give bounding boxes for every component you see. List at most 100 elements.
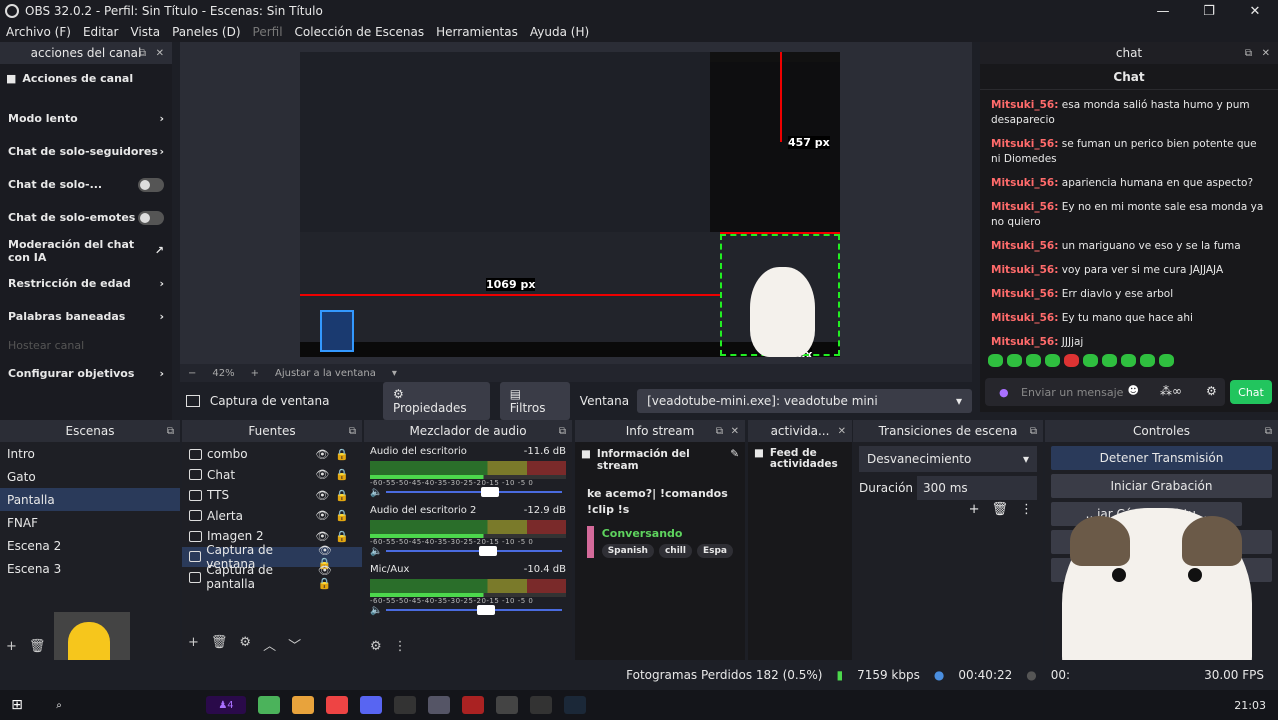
visibility-lock-icons[interactable]: 👁🔒 bbox=[318, 564, 355, 590]
edit-icon[interactable]: ✎ bbox=[730, 448, 739, 472]
toggle-switch[interactable] bbox=[138, 177, 164, 192]
close-icon[interactable]: ✕ bbox=[1262, 48, 1270, 59]
menu-coleccion[interactable]: Colección de Escenas bbox=[289, 25, 431, 39]
slider-knob[interactable] bbox=[479, 546, 498, 556]
app-icon[interactable] bbox=[292, 696, 314, 714]
speaker-icon[interactable]: 🔈 bbox=[370, 487, 382, 498]
tag-chip[interactable]: chill bbox=[658, 543, 692, 558]
ca-item-slow-mode[interactable]: Modo lento › bbox=[0, 102, 172, 135]
toggle-switch[interactable] bbox=[138, 210, 164, 225]
up-icon[interactable]: ︿ bbox=[263, 635, 276, 654]
stop-stream-button[interactable]: Detener Transmisión bbox=[1051, 446, 1272, 470]
emote-icon[interactable] bbox=[1083, 354, 1098, 367]
steam-icon[interactable] bbox=[564, 696, 586, 714]
visibility-lock-icons[interactable]: 👁🔒 bbox=[315, 530, 355, 543]
speaker-icon[interactable]: 🔈 bbox=[370, 546, 382, 557]
close-icon[interactable]: ✕ bbox=[156, 48, 164, 59]
chat-username[interactable]: Mitsuki_56: bbox=[991, 312, 1058, 324]
emote-icon[interactable] bbox=[1064, 354, 1079, 367]
app-icon[interactable] bbox=[428, 696, 450, 714]
ca-item-banned-words[interactable]: Palabras baneadas › bbox=[0, 300, 172, 333]
close-icon[interactable]: ✕ bbox=[731, 426, 739, 437]
chat-input[interactable]: ● Enviar un mensaje ☻ bbox=[985, 378, 1225, 406]
emote-icon[interactable] bbox=[1045, 354, 1060, 367]
float-icon[interactable]: ⧉ bbox=[1265, 426, 1272, 437]
ca-item-emotes[interactable]: Chat de solo-emotes bbox=[0, 201, 172, 234]
app-icon[interactable] bbox=[496, 696, 518, 714]
minimize-button[interactable]: — bbox=[1140, 0, 1186, 22]
float-icon[interactable]: ⧉ bbox=[1245, 48, 1252, 59]
chat-username[interactable]: Mitsuki_56: bbox=[991, 99, 1058, 111]
trash-icon[interactable]: 🗑 bbox=[29, 639, 46, 654]
app-icon[interactable] bbox=[394, 696, 416, 714]
bits-icon[interactable]: ⁂∞ bbox=[1160, 384, 1182, 398]
more-icon[interactable]: ⋮ bbox=[1020, 502, 1033, 517]
speaker-icon[interactable]: 🔈 bbox=[370, 605, 382, 616]
trash-icon[interactable]: 🗑 bbox=[211, 635, 228, 654]
emote-icon[interactable] bbox=[988, 354, 1003, 367]
float-icon[interactable]: ⧉ bbox=[716, 426, 723, 437]
brave-icon[interactable] bbox=[326, 696, 348, 714]
fit-window-button[interactable]: Ajustar a la ventana bbox=[275, 368, 376, 379]
duration-input[interactable]: 300 ms bbox=[917, 476, 1037, 500]
tag-chip[interactable]: Espa bbox=[696, 543, 733, 558]
discord-icon[interactable] bbox=[360, 696, 382, 714]
menu-editar[interactable]: Editar bbox=[77, 25, 125, 39]
float-icon[interactable]: ⧉ bbox=[559, 426, 566, 437]
close-icon[interactable]: ✕ bbox=[838, 426, 846, 437]
visibility-lock-icons[interactable]: 👁🔒 bbox=[315, 489, 355, 502]
source-item[interactable]: TTS 👁🔒 bbox=[182, 485, 362, 506]
menu-vista[interactable]: Vista bbox=[124, 25, 166, 39]
gear-icon[interactable]: ⚙ bbox=[239, 635, 251, 654]
search-icon[interactable]: ⌕ bbox=[48, 696, 70, 714]
scene-item[interactable]: Gato bbox=[0, 465, 180, 488]
taskbar-badge[interactable]: ♟ 4 bbox=[206, 696, 246, 714]
add-icon[interactable]: + bbox=[969, 502, 980, 517]
slider-knob[interactable] bbox=[481, 487, 500, 497]
float-icon[interactable]: ⧉ bbox=[349, 426, 356, 437]
ca-item-followers[interactable]: Chat de solo-seguidores › bbox=[0, 135, 172, 168]
chevron-down-icon[interactable]: ▾ bbox=[392, 368, 397, 379]
ca-item-goals[interactable]: Configurar objetivos › bbox=[0, 357, 172, 390]
settings-icon[interactable]: ⚙ bbox=[1206, 384, 1217, 398]
window-select[interactable]: [veadotube-mini.exe]: veadotube mini ▾ bbox=[637, 389, 972, 413]
scene-item[interactable]: Pantalla bbox=[0, 488, 180, 511]
source-item[interactable]: Captura de pantalla 👁🔒 bbox=[182, 563, 362, 591]
ca-item-subs[interactable]: Chat de solo-... bbox=[0, 168, 172, 201]
emote-icon[interactable] bbox=[1102, 354, 1117, 367]
chat-username[interactable]: Mitsuki_56: bbox=[991, 336, 1058, 348]
visibility-lock-icons[interactable]: 👁🔒 bbox=[315, 468, 355, 481]
menu-perfil[interactable]: Perfil bbox=[247, 25, 289, 39]
scene-item[interactable]: Escena 3 bbox=[0, 557, 180, 580]
add-icon[interactable]: + bbox=[188, 635, 199, 654]
scene-item[interactable]: Escena 2 bbox=[0, 534, 180, 557]
gear-icon[interactable]: ⚙ bbox=[370, 639, 382, 654]
slider-knob[interactable] bbox=[477, 605, 496, 615]
obs-icon[interactable] bbox=[530, 696, 552, 714]
source-item[interactable]: Chat 👁🔒 bbox=[182, 465, 362, 486]
close-button[interactable]: ✕ bbox=[1232, 0, 1278, 22]
emote-icon[interactable] bbox=[1121, 354, 1136, 367]
volume-slider[interactable]: 🔈 bbox=[370, 487, 566, 498]
filters-button[interactable]: ▤ Filtros bbox=[499, 382, 570, 420]
zoom-out-button[interactable]: − bbox=[188, 368, 196, 379]
emote-icon[interactable] bbox=[1159, 354, 1174, 367]
ca-item-ai-mod[interactable]: Moderación del chat con IA ↗ bbox=[0, 234, 172, 267]
menu-paneles[interactable]: Paneles (D) bbox=[166, 25, 246, 39]
down-icon[interactable]: ﹀ bbox=[288, 635, 301, 654]
maximize-button[interactable]: ❐ bbox=[1186, 0, 1232, 22]
chat-username[interactable]: Mitsuki_56: bbox=[991, 288, 1058, 300]
emote-icon[interactable] bbox=[1140, 354, 1155, 367]
properties-button[interactable]: ⚙ Propiedades bbox=[383, 382, 490, 420]
float-icon[interactable]: ⧉ bbox=[167, 426, 174, 437]
scene-item[interactable]: Intro bbox=[0, 442, 180, 465]
visibility-lock-icons[interactable]: 👁🔒 bbox=[315, 448, 355, 461]
transition-select[interactable]: Desvanecimiento ▾ bbox=[859, 446, 1037, 472]
more-icon[interactable]: ⋮ bbox=[394, 639, 407, 654]
chat-username[interactable]: Mitsuki_56: bbox=[991, 177, 1058, 189]
menu-ayuda[interactable]: Ayuda (H) bbox=[524, 25, 595, 39]
chat-send-button[interactable]: Chat bbox=[1230, 380, 1272, 404]
app-icon[interactable] bbox=[462, 696, 484, 714]
zoom-in-button[interactable]: + bbox=[251, 368, 259, 379]
ca-item-age[interactable]: Restricción de edad › bbox=[0, 267, 172, 300]
